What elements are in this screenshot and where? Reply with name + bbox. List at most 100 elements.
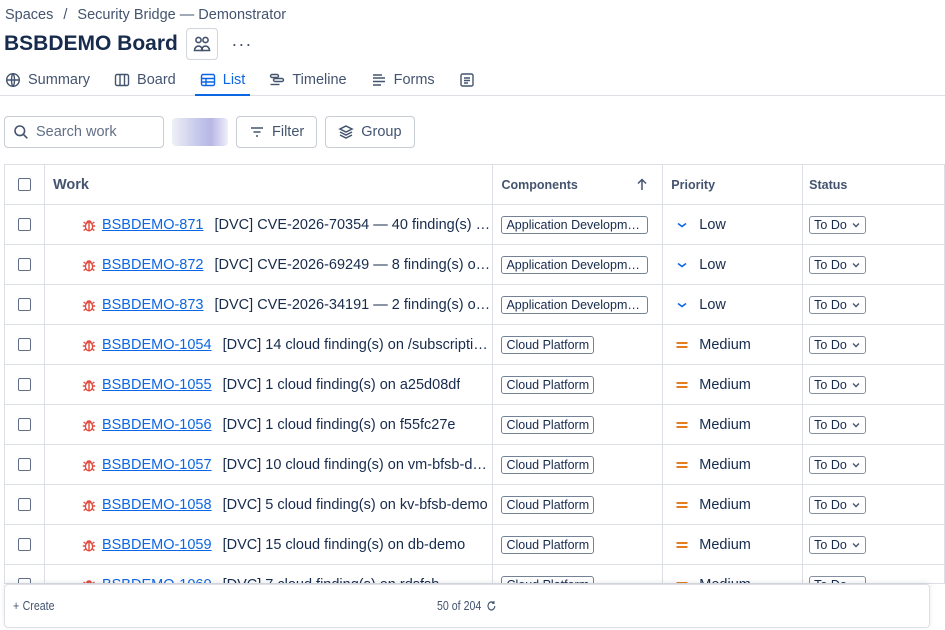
components-cell[interactable]: Application Development: [493, 205, 664, 244]
priority-cell[interactable]: Medium: [663, 565, 804, 584]
create-button[interactable]: + Create: [13, 599, 55, 613]
components-cell[interactable]: Application Development: [493, 285, 664, 324]
status-dropdown[interactable]: To Do: [809, 535, 866, 554]
issue-summary[interactable]: [DVC] 1 cloud finding(s) on a25d08df: [223, 377, 461, 393]
header-priority[interactable]: Priority: [663, 165, 804, 204]
status-dropdown[interactable]: To Do: [809, 495, 866, 514]
status-dropdown[interactable]: To Do: [809, 455, 866, 474]
priority-label: Low: [699, 296, 726, 313]
issue-summary[interactable]: [DVC] 7 cloud finding(s) on rdsfsb: [223, 577, 440, 584]
status-cell: To Do: [803, 245, 945, 284]
tab-forms[interactable]: Forms: [366, 64, 440, 95]
components-cell[interactable]: Cloud Platform: [493, 525, 664, 564]
group-button[interactable]: Group: [325, 116, 415, 148]
breadcrumb-project[interactable]: Security Bridge — Demonstrator: [77, 7, 286, 23]
table-row[interactable]: BSBDEMO-1054 [DVC] 14 cloud finding(s) on…: [5, 325, 945, 365]
row-checkbox[interactable]: [17, 418, 31, 431]
chevron-down-icon: [851, 220, 861, 230]
issue-key-link[interactable]: BSBDEMO-1057: [102, 457, 212, 473]
priority-cell[interactable]: Low: [663, 245, 804, 284]
table-row[interactable]: BSBDEMO-1058 [DVC] 5 cloud finding(s) on …: [5, 485, 945, 525]
tab-list[interactable]: List: [194, 64, 251, 96]
components-cell[interactable]: Cloud Platform: [493, 565, 664, 583]
priority-low-icon: [675, 218, 689, 232]
more-actions-button[interactable]: ···: [226, 28, 258, 60]
table-row[interactable]: BSBDEMO-1057 [DVC] 10 cloud finding(s) on…: [5, 445, 945, 485]
priority-cell[interactable]: Medium: [663, 365, 804, 404]
components-cell[interactable]: Cloud Platform: [493, 405, 664, 444]
issue-key-link[interactable]: BSBDEMO-1058: [102, 497, 212, 513]
priority-cell[interactable]: Low: [663, 205, 804, 244]
search-input[interactable]: Search work: [4, 116, 164, 148]
row-checkbox[interactable]: [17, 498, 31, 511]
issue-summary[interactable]: [DVC] 14 cloud finding(s) on /subscripti…: [223, 337, 493, 353]
row-select-cell: [5, 445, 45, 484]
row-checkbox[interactable]: [17, 458, 31, 471]
priority-cell[interactable]: Medium: [663, 445, 804, 484]
table-row[interactable]: BSBDEMO-871 [DVC] CVE-2026-70354 — 40 fin…: [5, 205, 945, 245]
header-status[interactable]: Status: [803, 165, 945, 204]
tab-timeline[interactable]: Timeline: [264, 64, 351, 95]
priority-cell[interactable]: Medium: [663, 325, 804, 364]
tab-pages[interactable]: [454, 64, 480, 95]
chevron-down-icon: [851, 300, 861, 310]
status-dropdown[interactable]: To Do: [809, 375, 866, 394]
issue-key-link[interactable]: BSBDEMO-1056: [102, 417, 212, 433]
row-checkbox[interactable]: [17, 338, 31, 351]
issue-key-link[interactable]: BSBDEMO-872: [102, 257, 204, 273]
issue-key-link[interactable]: BSBDEMO-1059: [102, 537, 212, 553]
issue-key-link[interactable]: BSBDEMO-1060: [102, 577, 212, 584]
priority-cell[interactable]: Medium: [663, 405, 804, 444]
status-dropdown[interactable]: To Do: [809, 575, 866, 583]
row-checkbox[interactable]: [17, 378, 31, 391]
table-row[interactable]: BSBDEMO-1060 [DVC] 7 cloud finding(s) on …: [5, 565, 945, 584]
row-checkbox[interactable]: [17, 538, 31, 551]
issue-summary[interactable]: [DVC] CVE-2026-69249 — 8 finding(s) on v…: [215, 257, 493, 273]
priority-cell[interactable]: Medium: [663, 525, 804, 564]
priority-cell[interactable]: Medium: [663, 485, 804, 524]
issue-summary[interactable]: [DVC] 10 cloud finding(s) on vm-bfsb-dem…: [223, 457, 493, 473]
avatar-filter[interactable]: [172, 118, 228, 146]
issue-summary[interactable]: [DVC] 15 cloud finding(s) on db-demo: [223, 537, 466, 553]
table-row[interactable]: BSBDEMO-873 [DVC] CVE-2026-34191 — 2 find…: [5, 285, 945, 325]
priority-label: Medium: [699, 577, 751, 584]
status-dropdown[interactable]: To Do: [809, 415, 866, 434]
tab-summary[interactable]: Summary: [0, 64, 95, 95]
row-checkbox[interactable]: [17, 218, 31, 231]
components-cell[interactable]: Cloud Platform: [493, 365, 664, 404]
table-row[interactable]: BSBDEMO-872 [DVC] CVE-2026-69249 — 8 find…: [5, 245, 945, 285]
table-row[interactable]: BSBDEMO-1056 [DVC] 1 cloud finding(s) on …: [5, 405, 945, 445]
issue-key-link[interactable]: BSBDEMO-873: [102, 297, 204, 313]
table-row[interactable]: BSBDEMO-1055 [DVC] 1 cloud finding(s) on …: [5, 365, 945, 405]
status-dropdown[interactable]: To Do: [809, 215, 866, 234]
tab-board[interactable]: Board: [109, 64, 181, 95]
issue-summary[interactable]: [DVC] 1 cloud finding(s) on f55fc27e: [223, 417, 456, 433]
issue-key-link[interactable]: BSBDEMO-1054: [102, 337, 212, 353]
status-dropdown[interactable]: To Do: [809, 335, 866, 354]
table-row[interactable]: BSBDEMO-1059 [DVC] 15 cloud finding(s) on…: [5, 525, 945, 565]
issue-key-link[interactable]: BSBDEMO-871: [102, 217, 204, 233]
priority-cell[interactable]: Low: [663, 285, 804, 324]
components-cell[interactable]: Cloud Platform: [493, 445, 664, 484]
header-work[interactable]: Work: [45, 165, 494, 204]
components-cell[interactable]: Cloud Platform: [493, 485, 664, 524]
select-all-checkbox[interactable]: [17, 178, 31, 191]
issue-summary[interactable]: [DVC] CVE-2026-70354 — 40 finding(s) on …: [215, 217, 493, 233]
team-button[interactable]: [185, 28, 218, 60]
row-checkbox[interactable]: [17, 298, 31, 311]
issue-summary[interactable]: [DVC] CVE-2026-34191 — 2 finding(s) on v…: [215, 297, 493, 313]
sort-ascending-icon[interactable]: [636, 178, 648, 191]
refresh-icon[interactable]: [486, 600, 496, 612]
components-cell[interactable]: Application Development: [493, 245, 664, 284]
issue-key-link[interactable]: BSBDEMO-1055: [102, 377, 212, 393]
status-dropdown[interactable]: To Do: [809, 255, 866, 274]
status-label: To Do: [814, 417, 847, 432]
breadcrumb-spaces[interactable]: Spaces: [5, 7, 53, 23]
components-cell[interactable]: Cloud Platform: [493, 325, 664, 364]
issue-summary[interactable]: [DVC] 5 cloud finding(s) on kv-bfsb-demo: [223, 497, 488, 513]
header-components[interactable]: Components: [493, 165, 664, 204]
row-checkbox[interactable]: [17, 258, 31, 271]
work-cell: BSBDEMO-1054 [DVC] 14 cloud finding(s) on…: [45, 325, 494, 364]
status-dropdown[interactable]: To Do: [809, 295, 866, 314]
filter-button[interactable]: Filter: [236, 116, 318, 148]
